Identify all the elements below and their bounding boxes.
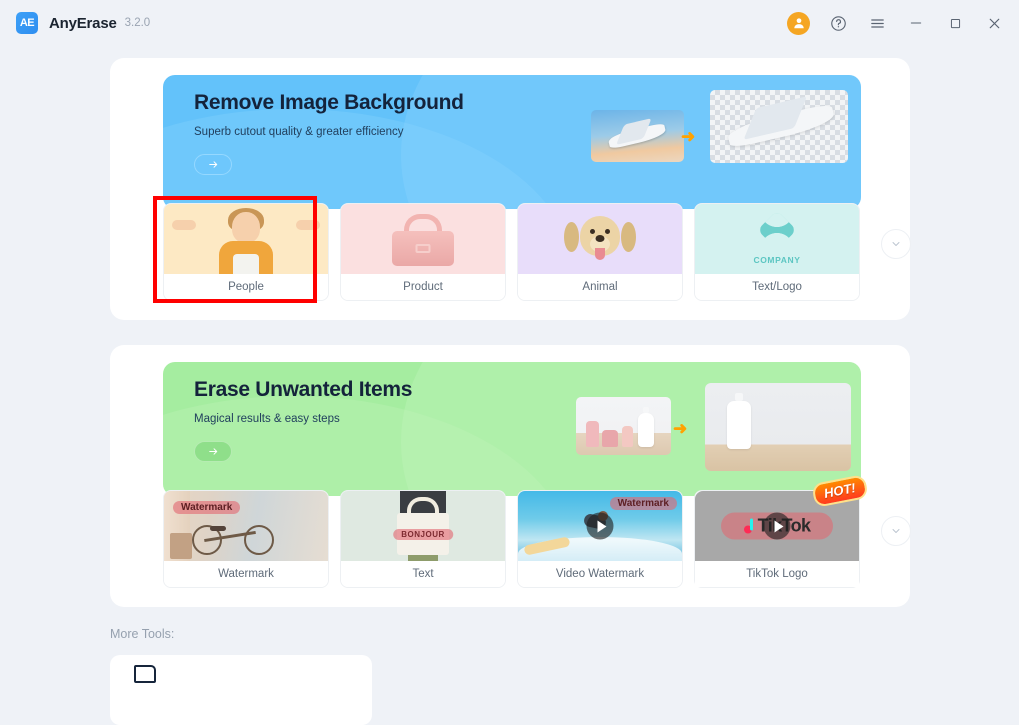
section-remove-image-background: Remove Image Background Superb cutout qu…	[110, 58, 911, 320]
card-text-logo-label: Text/Logo	[695, 274, 859, 300]
card-product[interactable]: Product	[340, 203, 506, 301]
app-logo-icon: AE	[16, 12, 38, 34]
card-video-watermark-label: Video Watermark	[518, 561, 682, 587]
card-watermark-label: Watermark	[164, 561, 328, 587]
card-video-watermark-thumb-text: Watermark	[609, 497, 677, 510]
card-people-label: People	[164, 274, 328, 300]
card-people[interactable]: People	[163, 203, 329, 301]
card-text-label: Text	[341, 561, 505, 587]
tiktok-note-icon	[743, 518, 755, 534]
banner-go-button[interactable]	[194, 441, 232, 462]
banner-text-group: Remove Image Background Superb cutout qu…	[194, 91, 464, 175]
category-card-row-erase: Watermark Watermark BONJOUR Text Waterma…	[163, 474, 869, 588]
card-video-watermark[interactable]: Watermark Video Watermark	[517, 490, 683, 588]
card-text-logo-thumbnail: COMPANY	[695, 204, 859, 274]
banner-remove-image-background[interactable]: Remove Image Background Superb cutout qu…	[163, 75, 861, 209]
card-text[interactable]: BONJOUR Text	[340, 490, 506, 588]
more-tools-card[interactable]	[110, 655, 372, 725]
play-icon[interactable]	[763, 512, 791, 540]
card-animal-label: Animal	[518, 274, 682, 300]
banner-title: Remove Image Background	[194, 91, 464, 114]
category-card-row-background: People Product Animal COMPANY Text/Logo	[163, 203, 863, 301]
banner-erase-unwanted-items[interactable]: Erase Unwanted Items Magical results & e…	[163, 362, 861, 496]
artwork-arrow-icon: ➜	[673, 419, 688, 438]
app-title: AnyErase	[49, 14, 117, 32]
account-avatar[interactable]	[787, 11, 810, 35]
card-video-watermark-thumbnail: Watermark	[518, 491, 682, 561]
card-product-label: Product	[341, 274, 505, 300]
company-sparkle-icon	[757, 210, 797, 250]
artwork-before-photo	[591, 110, 684, 162]
banner-text-group: Erase Unwanted Items Magical results & e…	[194, 378, 412, 462]
title-bar: AE AnyErase 3.2.0	[0, 0, 1019, 46]
banner-subtitle: Superb cutout quality & greater efficien…	[194, 126, 404, 138]
play-icon[interactable]	[586, 512, 614, 540]
artwork-after-photo	[705, 383, 851, 471]
maximize-icon[interactable]	[944, 12, 966, 34]
card-watermark[interactable]: Watermark Watermark	[163, 490, 329, 588]
banner-artwork-background-removal: ➜	[578, 90, 848, 195]
card-text-logo[interactable]: COMPANY Text/Logo	[694, 203, 860, 301]
card-tiktok-logo-label: TikTok Logo	[695, 561, 859, 587]
card-text-logo-thumb-text: COMPANY	[753, 255, 801, 265]
artwork-arrow-icon: ➜	[681, 127, 696, 146]
minimize-icon[interactable]	[905, 12, 927, 34]
card-watermark-thumbnail: Watermark	[164, 491, 328, 561]
section-erase-unwanted-items: Erase Unwanted Items Magical results & e…	[110, 345, 911, 607]
menu-icon[interactable]	[866, 12, 888, 34]
card-people-thumbnail	[164, 204, 328, 274]
banner-subtitle: Magical results & easy steps	[194, 413, 340, 425]
close-icon[interactable]	[983, 12, 1005, 34]
expand-erase-categories-button[interactable]	[881, 516, 911, 546]
banner-go-button[interactable]	[194, 154, 232, 175]
document-icon	[134, 665, 156, 683]
card-product-thumbnail	[341, 204, 505, 274]
more-tools-heading: More Tools:	[110, 627, 175, 641]
banner-title: Erase Unwanted Items	[194, 378, 413, 401]
banner-artwork-erase: ➜	[576, 377, 851, 482]
app-version: 3.2.0	[124, 17, 151, 29]
card-animal-thumbnail	[518, 204, 682, 274]
window-controls	[787, 11, 1005, 35]
card-tiktok-logo[interactable]: TikTok HOT! TikTok Logo	[694, 474, 869, 588]
artwork-before-photo	[576, 397, 671, 455]
help-icon[interactable]	[827, 12, 849, 34]
card-watermark-thumb-text: Watermark	[173, 501, 241, 514]
card-text-thumbnail: BONJOUR	[341, 491, 505, 561]
expand-background-categories-button[interactable]	[881, 229, 911, 259]
card-text-thumb-text: BONJOUR	[393, 529, 453, 540]
artwork-after-transparent	[710, 90, 848, 163]
card-animal[interactable]: Animal	[517, 203, 683, 301]
